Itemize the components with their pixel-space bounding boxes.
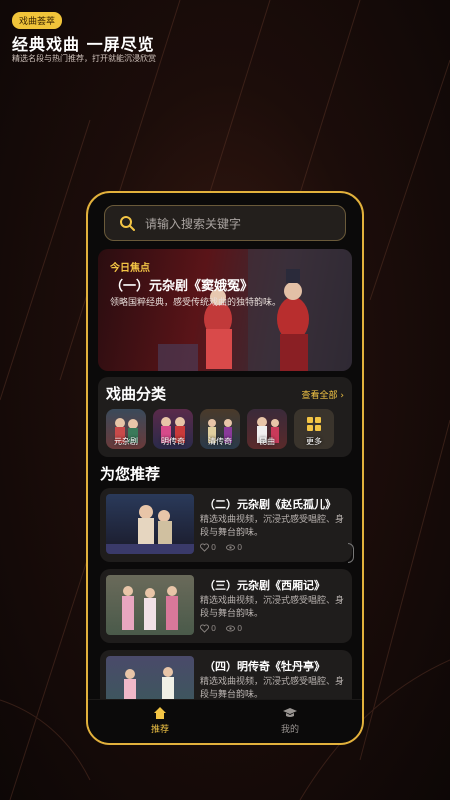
search-placeholder: 请输入搜索关键字 (145, 216, 242, 231)
banner-label: 今日焦点 (110, 263, 150, 274)
phone-frame: 请输入搜索关键字 今日焦点 （一）元杂剧《窦娥冤》 领略国粹经典，感受传统戏曲的… (86, 191, 364, 745)
category-label: 更多 (306, 437, 322, 446)
chevron-right-icon: › (340, 391, 344, 401)
category-item-qing[interactable]: 清传奇 (200, 409, 240, 449)
category-title: 戏曲分类 (106, 385, 167, 403)
search-icon (120, 216, 135, 231)
card-meta: 0 0 (200, 543, 242, 552)
promo-subtitle: 精选名段与热门推荐，打开就能沉浸欣赏 (12, 54, 156, 63)
heart-icon (200, 624, 209, 633)
card-meta: 0 0 (200, 624, 242, 633)
view-count: 0 (237, 624, 243, 633)
recommend-title: 为您推荐 (100, 465, 161, 483)
category-label: 昆曲 (259, 437, 275, 446)
card-title: （二）元杂剧《赵氏孤儿》 (204, 498, 336, 511)
graduation-cap-icon (283, 708, 297, 717)
home-icon (154, 707, 166, 719)
view-count: 0 (237, 543, 243, 552)
banner-title: （一）元杂剧《窦娥冤》 (110, 279, 254, 294)
like-count: 0 (211, 624, 217, 633)
view-all-label: 查看全部 (301, 391, 338, 401)
promo-tag: 戏曲荟萃 (12, 12, 63, 29)
card-title: （四）明传奇《牡丹亭》 (204, 660, 325, 673)
category-item-yuan[interactable]: 元杂剧 (106, 409, 146, 449)
category-item-ming[interactable]: 明传奇 (153, 409, 193, 449)
category-section: 戏曲分类 查看全部 › 元杂剧 明传奇 清传奇 昆曲 更多 (98, 377, 352, 457)
tab-home[interactable]: 推荐 (130, 706, 190, 735)
grid-icon (307, 417, 321, 431)
category-item-kunqu[interactable]: 昆曲 (247, 409, 287, 449)
eye-icon (226, 625, 236, 632)
card-desc: 精选戏曲视频，沉浸式感受唱腔、身段与舞台韵味。 (200, 596, 345, 619)
category-item-more[interactable]: 更多 (294, 409, 334, 449)
tab-home-label: 推荐 (150, 725, 169, 735)
scroll-handle[interactable] (348, 543, 354, 563)
category-label: 元杂剧 (114, 437, 138, 446)
card-thumbnail (106, 575, 194, 635)
category-label: 明传奇 (161, 437, 185, 446)
featured-banner[interactable]: 今日焦点 （一）元杂剧《窦娥冤》 领略国粹经典，感受传统戏曲的独特韵味。 (98, 249, 352, 371)
promo-title: 经典戏曲 一屏尽览 (12, 35, 155, 54)
category-label: 清传奇 (208, 437, 232, 446)
bottom-tabbar: 推荐 我的 (88, 699, 362, 743)
view-all-link[interactable]: 查看全部 › (302, 388, 345, 401)
like-count: 0 (211, 543, 217, 552)
search-bar[interactable]: 请输入搜索关键字 (104, 205, 346, 241)
card-thumbnail (106, 494, 194, 554)
card-title: （三）元杂剧《西厢记》 (204, 579, 325, 592)
recommend-card[interactable]: （三）元杂剧《西厢记》 精选戏曲视频，沉浸式感受唱腔、身段与舞台韵味。 0 0 (100, 569, 352, 643)
banner-desc: 领略国粹经典，感受传统戏曲的独特韵味。 (110, 298, 282, 308)
tab-mine-label: 我的 (280, 725, 299, 735)
tab-mine[interactable]: 我的 (260, 706, 320, 735)
eye-icon (226, 544, 236, 551)
card-desc: 精选戏曲视频，沉浸式感受唱腔、身段与舞台韵味。 (200, 515, 345, 538)
heart-icon (200, 543, 209, 552)
recommend-card[interactable]: （二）元杂剧《赵氏孤儿》 精选戏曲视频，沉浸式感受唱腔、身段与舞台韵味。 0 0 (100, 488, 352, 562)
